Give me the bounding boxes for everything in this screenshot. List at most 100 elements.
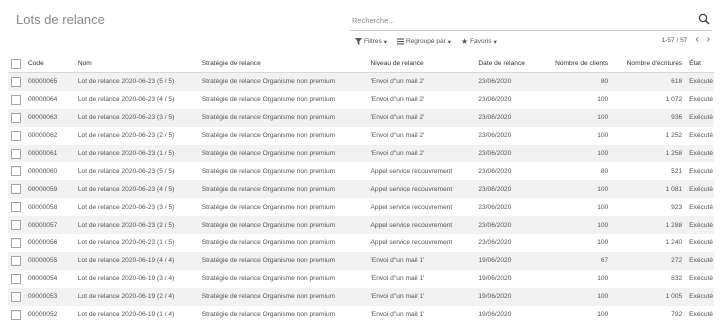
groupby-label: Regroupé par: [406, 38, 446, 45]
chevron-left-icon[interactable]: ‹: [695, 36, 698, 44]
cell-code: 00000061: [27, 145, 77, 163]
cell-level: Appel service recouvrement: [370, 162, 478, 180]
table-row[interactable]: 00000059Lot de relance 2020-06-23 (4 / 5…: [8, 180, 714, 198]
row-select-cell: [8, 127, 27, 145]
cell-date: 23/06/2020: [477, 234, 537, 252]
row-checkbox[interactable]: [11, 310, 21, 320]
caret-down-icon: ▾: [384, 38, 387, 46]
col-header-clients[interactable]: Nombre de clients: [537, 55, 609, 73]
cell-entries: 521: [609, 162, 688, 180]
row-checkbox[interactable]: [11, 202, 21, 212]
cell-state: Exécuté: [688, 252, 714, 270]
table-row[interactable]: 00000062Lot de relance 2020-06-23 (2 / 5…: [8, 127, 714, 145]
col-header-state[interactable]: État: [688, 55, 714, 73]
cell-state: Exécuté: [688, 91, 714, 109]
table-row[interactable]: 00000057Lot de relance 2020-06-23 (2 / 5…: [8, 216, 714, 234]
cell-code: 00000064: [27, 91, 77, 109]
cell-name: Lot de relance 2020-06-23 (5 / 5): [77, 162, 201, 180]
cell-entries: 1 240: [609, 234, 688, 252]
cell-clients: 100: [537, 180, 609, 198]
search-bar: [350, 10, 712, 31]
cell-name: Lot de relance 2020-06-19 (3 / 4): [77, 270, 201, 288]
row-checkbox[interactable]: [11, 292, 21, 302]
row-checkbox[interactable]: [11, 113, 21, 123]
filters-button[interactable]: Filtres ▾: [355, 38, 387, 46]
table-row[interactable]: 00000056Lot de relance 2020-06-23 (1 / 5…: [8, 234, 714, 252]
cell-strategy: Stratégie de relance Organisme non premi…: [201, 162, 370, 180]
cell-code: 00000053: [27, 288, 77, 306]
table-row[interactable]: 00000053Lot de relance 2020-06-19 (2 / 4…: [8, 288, 714, 306]
row-checkbox[interactable]: [11, 256, 21, 266]
cell-name: Lot de relance 2020-06-23 (1 / 5): [77, 234, 201, 252]
cell-clients: 100: [537, 288, 609, 306]
table-row[interactable]: 00000060Lot de relance 2020-06-23 (5 / 5…: [8, 162, 714, 180]
table-header-row: Code Nom Stratégie de relance Niveau de …: [8, 55, 714, 73]
search-input[interactable]: [350, 12, 682, 30]
cell-date: 19/06/2020: [477, 252, 537, 270]
row-checkbox[interactable]: [11, 184, 21, 194]
row-select-cell: [8, 180, 27, 198]
cell-level: Appel service recouvrement: [370, 234, 478, 252]
row-checkbox[interactable]: [11, 166, 21, 176]
row-checkbox[interactable]: [11, 95, 21, 105]
cell-level: 'Envoi d''un mail 2': [370, 145, 478, 163]
cell-name: Lot de relance 2020-06-23 (2 / 5): [77, 127, 201, 145]
col-header-strategy[interactable]: Stratégie de relance: [201, 55, 370, 73]
table-row[interactable]: 00000054Lot de relance 2020-06-19 (3 / 4…: [8, 270, 714, 288]
row-checkbox[interactable]: [11, 77, 21, 87]
cell-code: 00000057: [27, 216, 77, 234]
filters-label: Filtres: [364, 38, 382, 45]
row-checkbox[interactable]: [11, 220, 21, 230]
cell-date: 23/06/2020: [477, 180, 537, 198]
filter-icon: [355, 38, 362, 45]
table-row[interactable]: 00000065Lot de relance 2020-06-23 (5 / 5…: [8, 73, 714, 91]
cell-level: 'Envoi d''un mail 1': [370, 270, 478, 288]
row-checkbox[interactable]: [11, 131, 21, 141]
cell-strategy: Stratégie de relance Organisme non premi…: [201, 234, 370, 252]
cell-level: 'Envoi d''un mail 1': [370, 306, 478, 323]
cell-code: 00000058: [27, 198, 77, 216]
cell-date: 19/06/2020: [477, 288, 537, 306]
table-row[interactable]: 00000058Lot de relance 2020-06-23 (3 / 5…: [8, 198, 714, 216]
table-row[interactable]: 00000055Lot de relance 2020-06-19 (4 / 4…: [8, 252, 714, 270]
cell-name: Lot de relance 2020-06-23 (2 / 5): [77, 216, 201, 234]
select-all-checkbox[interactable]: [11, 59, 21, 69]
cell-clients: 100: [537, 216, 609, 234]
cell-name: Lot de relance 2020-06-23 (3 / 5): [77, 198, 201, 216]
cell-name: Lot de relance 2020-06-19 (2 / 4): [77, 288, 201, 306]
cell-state: Exécuté: [688, 109, 714, 127]
cell-state: Exécuté: [688, 162, 714, 180]
row-checkbox[interactable]: [11, 238, 21, 248]
pager-value[interactable]: 1-57 / 57: [662, 37, 688, 44]
list-icon: [397, 38, 404, 45]
row-select-cell: [8, 109, 27, 127]
col-header-code[interactable]: Code: [27, 55, 77, 73]
cell-clients: 80: [537, 73, 609, 91]
chevron-right-icon[interactable]: ›: [707, 36, 710, 44]
table-row[interactable]: 00000063Lot de relance 2020-06-23 (3 / 5…: [8, 109, 714, 127]
cell-date: 23/06/2020: [477, 162, 537, 180]
table-row[interactable]: 00000052Lot de relance 2020-06-19 (1 / 4…: [8, 306, 714, 323]
table-body: 00000065Lot de relance 2020-06-23 (5 / 5…: [8, 73, 714, 323]
cell-level: Appel service recouvrement: [370, 198, 478, 216]
favorites-button[interactable]: ★ Favoris ▾: [461, 37, 497, 46]
row-checkbox[interactable]: [11, 149, 21, 159]
cell-state: Exécuté: [688, 288, 714, 306]
search-icon[interactable]: [698, 13, 710, 25]
cell-name: Lot de relance 2020-06-23 (4 / 5): [77, 180, 201, 198]
col-header-date[interactable]: Date de relance: [477, 55, 537, 73]
col-header-level[interactable]: Niveau de relance: [370, 55, 478, 73]
cell-state: Exécuté: [688, 216, 714, 234]
row-checkbox[interactable]: [11, 274, 21, 284]
table-row[interactable]: 00000061Lot de relance 2020-06-23 (1 / 5…: [8, 145, 714, 163]
table-row[interactable]: 00000064Lot de relance 2020-06-23 (4 / 5…: [8, 91, 714, 109]
cell-date: 19/06/2020: [477, 306, 537, 323]
row-select-cell: [8, 306, 27, 323]
cell-code: 00000059: [27, 180, 77, 198]
page-title: Lots de relance: [16, 12, 105, 27]
col-header-name[interactable]: Nom: [77, 55, 201, 73]
cell-entries: 1 288: [609, 216, 688, 234]
cell-code: 00000060: [27, 162, 77, 180]
groupby-button[interactable]: Regroupé par ▾: [397, 38, 451, 46]
col-header-entries[interactable]: Nombre d'écritures: [609, 55, 688, 73]
